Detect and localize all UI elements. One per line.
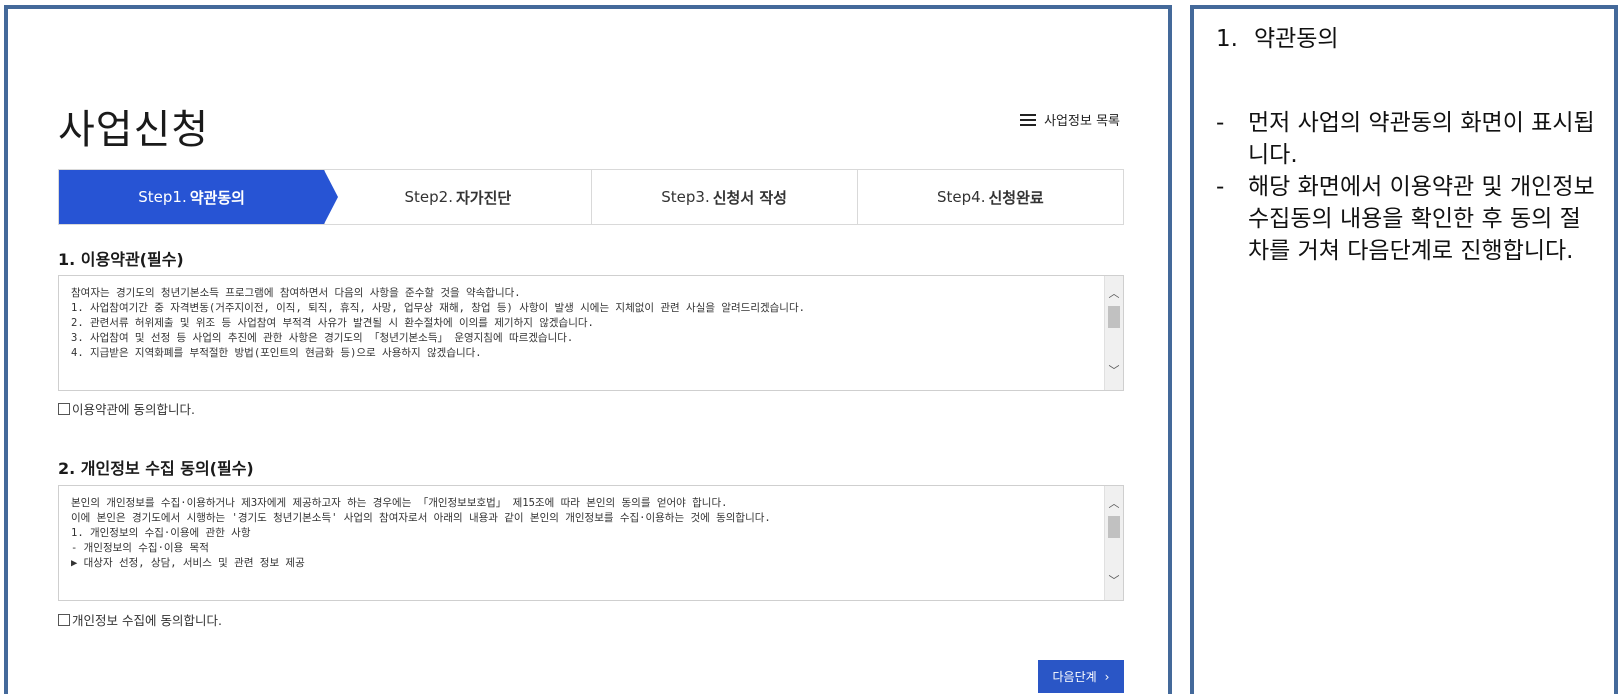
privacy-agree-checkbox[interactable] (58, 613, 70, 626)
bullet-dash: - (1216, 110, 1225, 136)
business-list-link[interactable]: 사업정보 목록 (1020, 110, 1120, 129)
step-indicator: Step1. 약관동의 Step2. 자가진단 Step3. 신청서 작성 St… (58, 169, 1124, 225)
step-prefix: Step4. (937, 188, 986, 206)
terms-textarea[interactable]: 참여자는 경기도의 청년기본소득 프로그램에 참여하면서 다음의 사항을 준수할… (58, 275, 1124, 391)
next-step-button[interactable]: 다음단계 › (1038, 660, 1124, 693)
explanation-bullets: - 먼저 사업의 약관동의 화면이 표시됩니다. - 해당 화면에서 이용약관 … (1216, 107, 1596, 267)
step-prefix: Step1. (138, 188, 187, 206)
explanation-heading: 1. 약관동의 (1216, 23, 1596, 55)
terms-agree-checkbox[interactable] (58, 402, 70, 415)
explanation-bullet-text: 해당 화면에서 이용약관 및 개인정보 수집동의 내용을 확인한 후 동의 절차… (1248, 174, 1595, 264)
privacy-agree-label: 개인정보 수집에 동의합니다. (72, 613, 222, 628)
explanation-panel: 1. 약관동의 - 먼저 사업의 약관동의 화면이 표시됩니다. - 해당 화면… (1190, 5, 1618, 694)
page-title: 사업신청 (58, 107, 210, 153)
terms-line: 4. 지급받은 지역화폐를 부적절한 방법(포인트의 현금화 등)으로 사용하지… (71, 347, 482, 359)
privacy-line: 본인의 개인정보를 수집·이용하거나 제3자에게 제공하고자 하는 경우에는 「… (71, 497, 728, 509)
step-prefix: Step2. (404, 188, 453, 206)
terms-line: 2. 관련서류 허위제출 및 위조 등 사업참여 부적격 사유가 발견될 시 환… (71, 317, 594, 329)
menu-icon (1020, 113, 1037, 126)
chevron-right-icon: › (1104, 669, 1110, 684)
step-2: Step2. 자가진단 (324, 170, 590, 224)
privacy-line: 1. 개인정보의 수집·이용에 관한 사항 (71, 527, 251, 539)
step-1: Step1. 약관동의 (59, 170, 339, 224)
explanation-text: 1. 약관동의 - 먼저 사업의 약관동의 화면이 표시됩니다. - 해당 화면… (1216, 23, 1596, 267)
scroll-up-icon[interactable]: ︿ (1105, 286, 1123, 301)
terms-line: 1. 사업참여기간 중 자격변동(거주지이전, 이직, 퇴직, 휴직, 사망, … (71, 302, 805, 314)
scroll-down-icon[interactable]: ﹀ (1105, 363, 1123, 378)
scroll-thumb[interactable] (1108, 516, 1120, 538)
scroll-down-icon[interactable]: ﹀ (1105, 573, 1123, 588)
privacy-line: 이에 본인은 경기도에서 시행하는 '경기도 청년기본소득' 사업의 참여자로서… (71, 512, 771, 524)
explanation-bullet: - 해당 화면에서 이용약관 및 개인정보 수집동의 내용을 확인한 후 동의 … (1216, 171, 1596, 267)
step-name: 신청서 작성 (712, 188, 787, 207)
business-list-label: 사업정보 목록 (1044, 114, 1120, 129)
next-step-label: 다음단계 (1052, 670, 1097, 684)
step-name: 자가진단 (456, 188, 512, 207)
explanation-number: 1. (1216, 26, 1238, 52)
explanation-heading-text: 약관동의 (1253, 26, 1339, 52)
terms-section-title: 1. 이용약관(필수) (58, 250, 184, 269)
terms-line: 참여자는 경기도의 청년기본소득 프로그램에 참여하면서 다음의 사항을 준수할… (71, 287, 521, 299)
step-name: 약관동의 (189, 188, 245, 207)
privacy-scrollbar[interactable]: ︿ ﹀ (1104, 486, 1123, 600)
privacy-line: - 개인정보의 수집·이용 목적 (71, 542, 209, 554)
terms-agree[interactable]: 이용약관에 동의합니다. (58, 399, 195, 418)
privacy-line: ▶ 대상자 선정, 상담, 서비스 및 관련 정보 제공 (71, 557, 305, 569)
explanation-bullet-text: 먼저 사업의 약관동의 화면이 표시됩니다. (1248, 110, 1595, 168)
terms-line: 3. 사업참여 및 선정 등 사업의 추진에 관한 사항은 경기도의 「청년기본… (71, 332, 574, 344)
step-prefix: Step3. (661, 188, 710, 206)
bullet-dash: - (1216, 174, 1225, 200)
step-3: Step3. 신청서 작성 (590, 170, 857, 224)
scroll-up-icon[interactable]: ︿ (1105, 496, 1123, 511)
screenshot-frame: 사업신청 사업정보 목록 Step1. 약관동의 Step2. 자가진단 Ste… (4, 5, 1172, 694)
privacy-section-title: 2. 개인정보 수집 동의(필수) (58, 459, 254, 478)
step-name: 신청완료 (988, 188, 1044, 207)
terms-scrollbar[interactable]: ︿ ﹀ (1104, 276, 1123, 390)
scroll-thumb[interactable] (1108, 306, 1120, 328)
privacy-textarea[interactable]: 본인의 개인정보를 수집·이용하거나 제3자에게 제공하고자 하는 경우에는 「… (58, 485, 1124, 601)
step-4: Step4. 신청완료 (856, 170, 1123, 224)
privacy-agree[interactable]: 개인정보 수집에 동의합니다. (58, 610, 222, 629)
terms-agree-label: 이용약관에 동의합니다. (72, 402, 195, 417)
explanation-bullet: - 먼저 사업의 약관동의 화면이 표시됩니다. (1216, 107, 1596, 171)
